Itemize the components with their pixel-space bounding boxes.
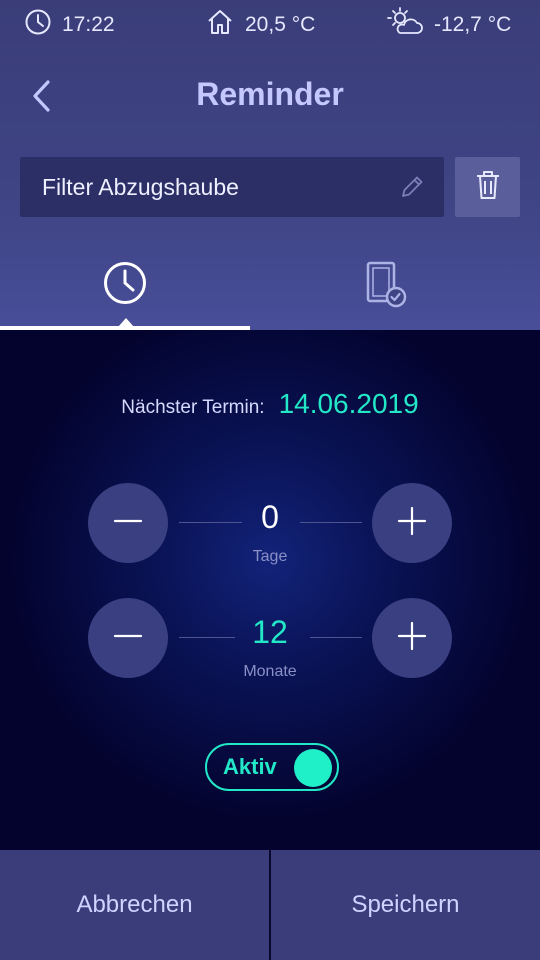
page-title: Reminder — [196, 76, 344, 112]
header: Reminder — [0, 70, 540, 124]
active-toggle[interactable]: Aktiv — [205, 743, 339, 791]
trash-icon — [474, 169, 502, 206]
plus-icon — [397, 621, 427, 656]
footer-bar: Abbrechen Speichern — [0, 850, 540, 960]
status-outdoor-temp: -12,7 °C — [386, 6, 512, 44]
months-increment-button[interactable] — [372, 598, 452, 678]
save-button[interactable]: Speichern — [271, 850, 540, 960]
months-value: 12 — [252, 614, 288, 650]
toggle-knob — [294, 749, 332, 787]
days-unit-label: Tage — [252, 548, 288, 565]
next-appointment-label: Nächster Termin: — [121, 397, 265, 418]
divider-line — [300, 522, 362, 523]
days-decrement-button[interactable] — [88, 483, 168, 563]
days-increment-button[interactable] — [372, 483, 452, 563]
status-time: 17:22 — [24, 8, 115, 42]
days-value: 0 — [261, 499, 279, 535]
outdoor-temp-label: -12,7 °C — [434, 13, 512, 36]
clock-icon — [102, 248, 148, 311]
cancel-button[interactable]: Abbrechen — [0, 850, 269, 960]
schedule-panel: Nächster Termin: 14.06.2019 0 Tage 12 Mo… — [0, 330, 540, 850]
active-toggle-label: Aktiv — [223, 754, 277, 779]
minus-icon — [113, 621, 143, 656]
reminder-name-value[interactable]: Filter Abzugshaube — [20, 174, 444, 201]
minus-icon — [113, 506, 143, 541]
active-tab-caret — [118, 318, 134, 327]
next-appointment-date: 14.06.2019 — [278, 388, 419, 419]
top-panel: 17:22 20,5 °C -12,7 °C Reminder Filter A… — [0, 0, 540, 330]
time-label: 17:22 — [62, 13, 115, 36]
months-decrement-button[interactable] — [88, 598, 168, 678]
tab-bar — [0, 248, 540, 330]
indoor-temp-label: 20,5 °C — [245, 13, 316, 36]
divider-line — [310, 637, 362, 638]
reminder-name-field[interactable]: Filter Abzugshaube — [20, 157, 444, 217]
plus-icon — [397, 506, 427, 541]
status-bar: 17:22 20,5 °C -12,7 °C — [0, 6, 540, 44]
tab-tasks[interactable] — [260, 248, 510, 330]
weather-partly-cloudy-icon — [386, 6, 434, 44]
months-stepper: 12 Monate — [0, 598, 540, 680]
next-appointment: Nächster Termin: 14.06.2019 — [0, 388, 540, 420]
months-unit-label: Monate — [243, 663, 297, 680]
status-indoor-temp: 20,5 °C — [205, 8, 315, 42]
delete-button[interactable] — [455, 157, 520, 217]
pencil-icon[interactable] — [398, 173, 426, 206]
clock-icon — [24, 8, 62, 42]
divider-line — [179, 637, 235, 638]
house-icon — [205, 7, 245, 43]
tablet-check-icon — [362, 248, 408, 315]
days-stepper: 0 Tage — [0, 483, 540, 565]
